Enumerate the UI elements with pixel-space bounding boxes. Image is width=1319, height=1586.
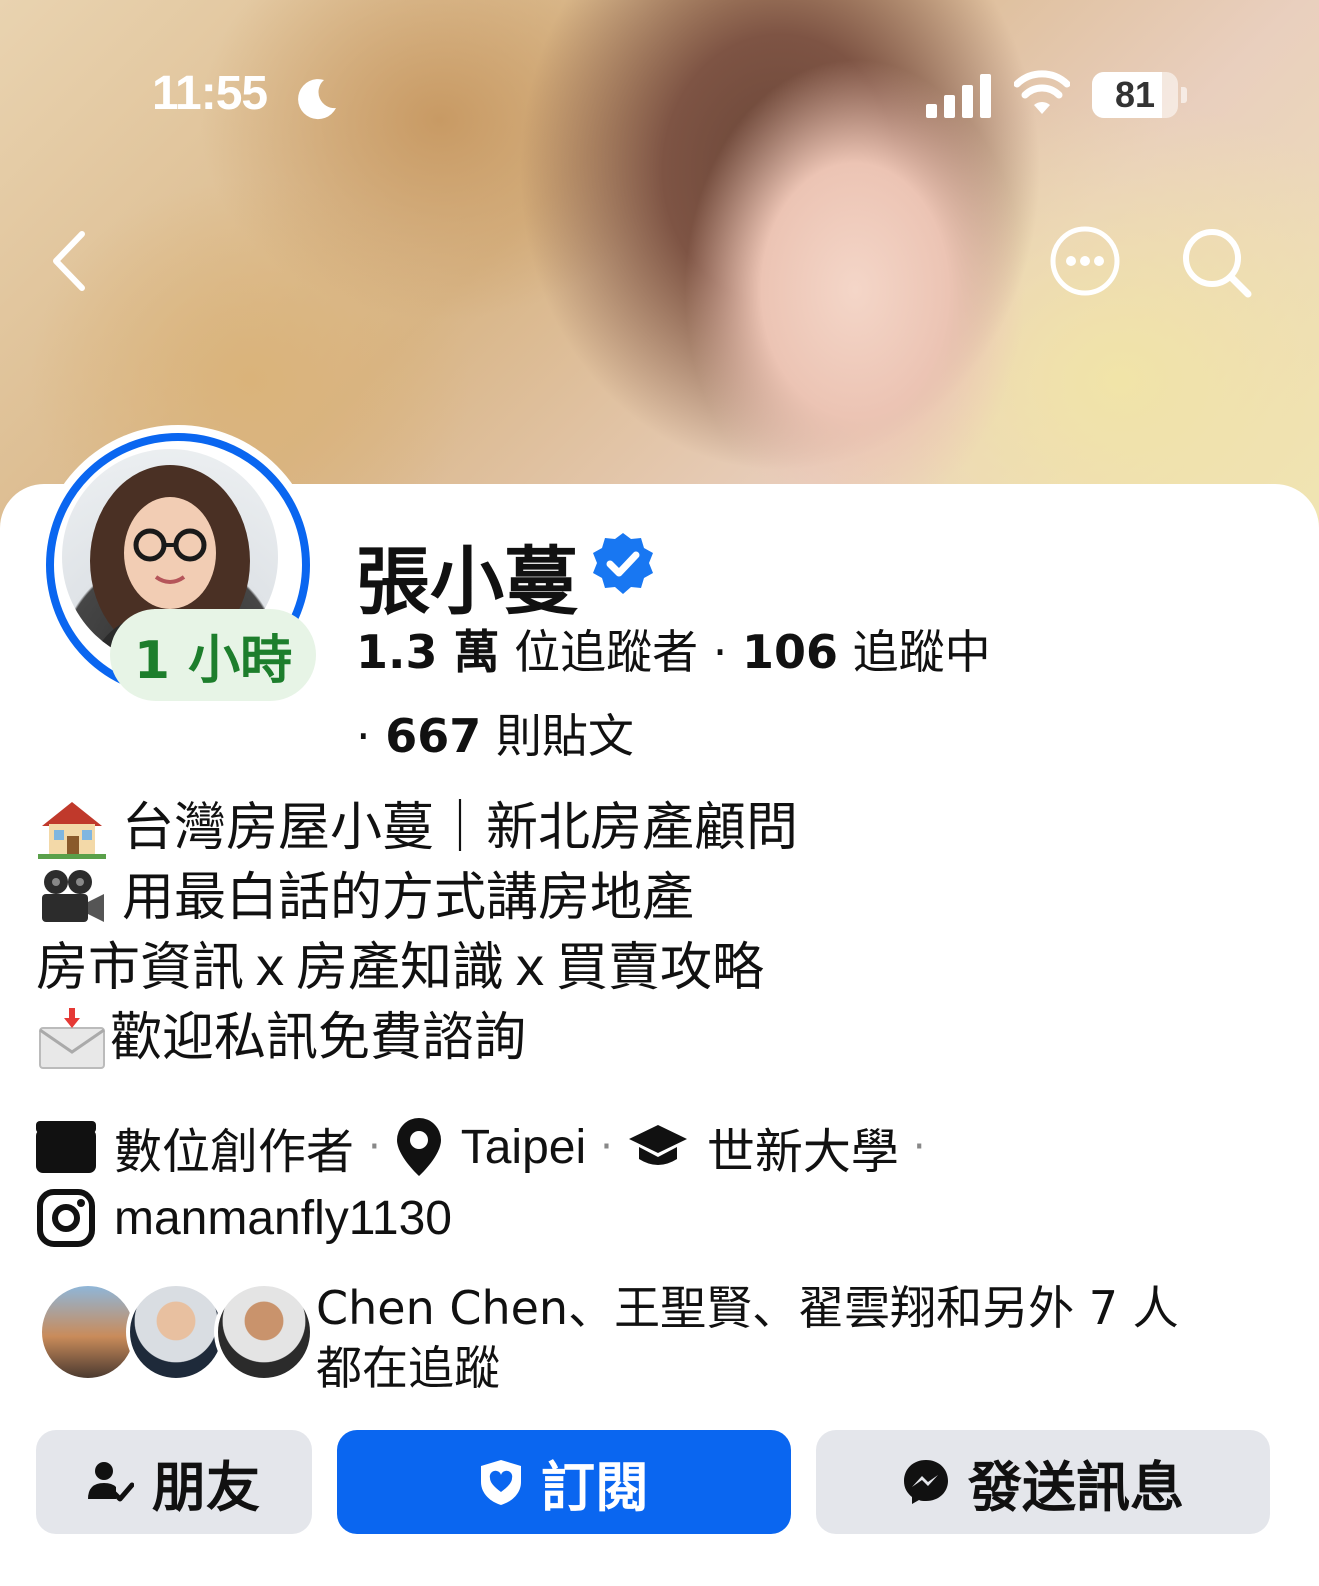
profile-stats: 1.3 萬 位追蹤者 · 106 追蹤中 <box>356 616 991 682</box>
subscribe-button[interactable]: 訂閱 <box>337 1430 791 1534</box>
search-icon[interactable] <box>1180 226 1254 300</box>
subscribe-button-label: 訂閱 <box>541 1455 649 1519</box>
messenger-icon <box>904 1460 948 1504</box>
profile-bio: 台灣房屋小蔓｜新北房產顧問 用最白話的方式講房地產 房市資訊ｘ房產知識ｘ買賣攻略… <box>36 793 1276 1073</box>
moon-icon <box>298 79 336 120</box>
bio-line: 歡迎私訊免費諮詢 <box>36 1003 1276 1073</box>
stat-separator: · <box>712 625 743 679</box>
verified-badge-icon <box>593 533 653 594</box>
back-icon[interactable] <box>46 228 92 294</box>
posts-label: 則貼文 <box>495 709 634 763</box>
status-time: 11:55 <box>152 67 268 120</box>
posts-count: 667 <box>385 709 482 763</box>
story-time-badge[interactable]: 1 小時 <box>110 609 316 701</box>
battery-level-text: 81 <box>1114 74 1156 115</box>
followers-label[interactable]: 位追蹤者 <box>514 625 698 679</box>
mutual-followers-text[interactable]: Chen Chen、王聖賢、翟雲翔和另外 7 人 都在追蹤 <box>316 1278 1276 1398</box>
movie-camera-icon <box>42 870 104 922</box>
mutual-line-1: Chen Chen、王聖賢、翟雲翔和另外 7 人 <box>316 1281 1179 1335</box>
cellular-signal-icon <box>926 74 991 118</box>
location-text[interactable]: Taipei <box>461 1120 586 1175</box>
bio-line-4: 歡迎私訊免費諮詢 <box>110 1008 527 1068</box>
send-message-button-label: 發送訊息 <box>968 1455 1184 1519</box>
detail-separator: · <box>912 1124 926 1170</box>
location-pin-icon <box>396 1118 441 1176</box>
profile-name: 張小蔓 <box>356 539 578 625</box>
bio-line-2: 用最白話的方式講房地產 <box>122 868 695 928</box>
graduation-cap-icon <box>628 1125 687 1165</box>
instagram-icon <box>37 1189 95 1247</box>
house-icon <box>38 802 106 859</box>
profile-stats-posts: · 667 則貼文 <box>356 700 634 766</box>
detail-separator: · <box>368 1124 381 1170</box>
clapperboard-icon <box>36 1121 96 1173</box>
friends-button-label: 朋友 <box>152 1455 260 1519</box>
school-text[interactable]: 世新大學 <box>707 1112 899 1182</box>
send-message-button[interactable]: 發送訊息 <box>816 1430 1270 1534</box>
category-text: 數位創作者 <box>114 1124 355 1180</box>
instagram-row[interactable]: manmanfly1130 <box>36 1188 452 1248</box>
wifi-icon <box>1014 70 1070 114</box>
more-options-icon[interactable] <box>1048 224 1122 298</box>
bio-line: 用最白話的方式講房地產 <box>36 863 1276 933</box>
following-label[interactable]: 追蹤中 <box>853 625 991 679</box>
followers-count[interactable]: 1.3 萬 <box>356 625 500 679</box>
following-count[interactable]: 106 <box>742 625 838 679</box>
follower-avatar <box>214 1282 314 1382</box>
instagram-handle[interactable]: manmanfly1130 <box>114 1191 452 1246</box>
bio-line-1: 台灣房屋小蔓｜新北房產顧問 <box>122 798 799 858</box>
incoming-envelope-icon <box>39 1008 105 1069</box>
battery-indicator: 81 <box>1092 72 1178 118</box>
stat-separator: · <box>356 709 386 763</box>
detail-separator: · <box>600 1124 613 1170</box>
friends-button[interactable]: 朋友 <box>36 1430 312 1534</box>
bio-line: 房市資訊ｘ房產知識ｘ買賣攻略 <box>36 933 1276 1003</box>
mutual-line-2: 都在追蹤 <box>316 1341 500 1395</box>
subscribe-heart-shield-icon <box>481 1460 521 1505</box>
friend-check-icon <box>88 1462 134 1502</box>
bio-line-3: 房市資訊ｘ房產知識ｘ買賣攻略 <box>36 938 765 998</box>
follower-avatar <box>126 1282 226 1382</box>
battery-nub <box>1181 87 1187 103</box>
follower-avatar <box>38 1282 138 1382</box>
profile-details-row: 數位創作者 · Taipei · 世新大學 · <box>36 1112 940 1182</box>
bio-line: 台灣房屋小蔓｜新北房產顧問 <box>36 793 1276 863</box>
